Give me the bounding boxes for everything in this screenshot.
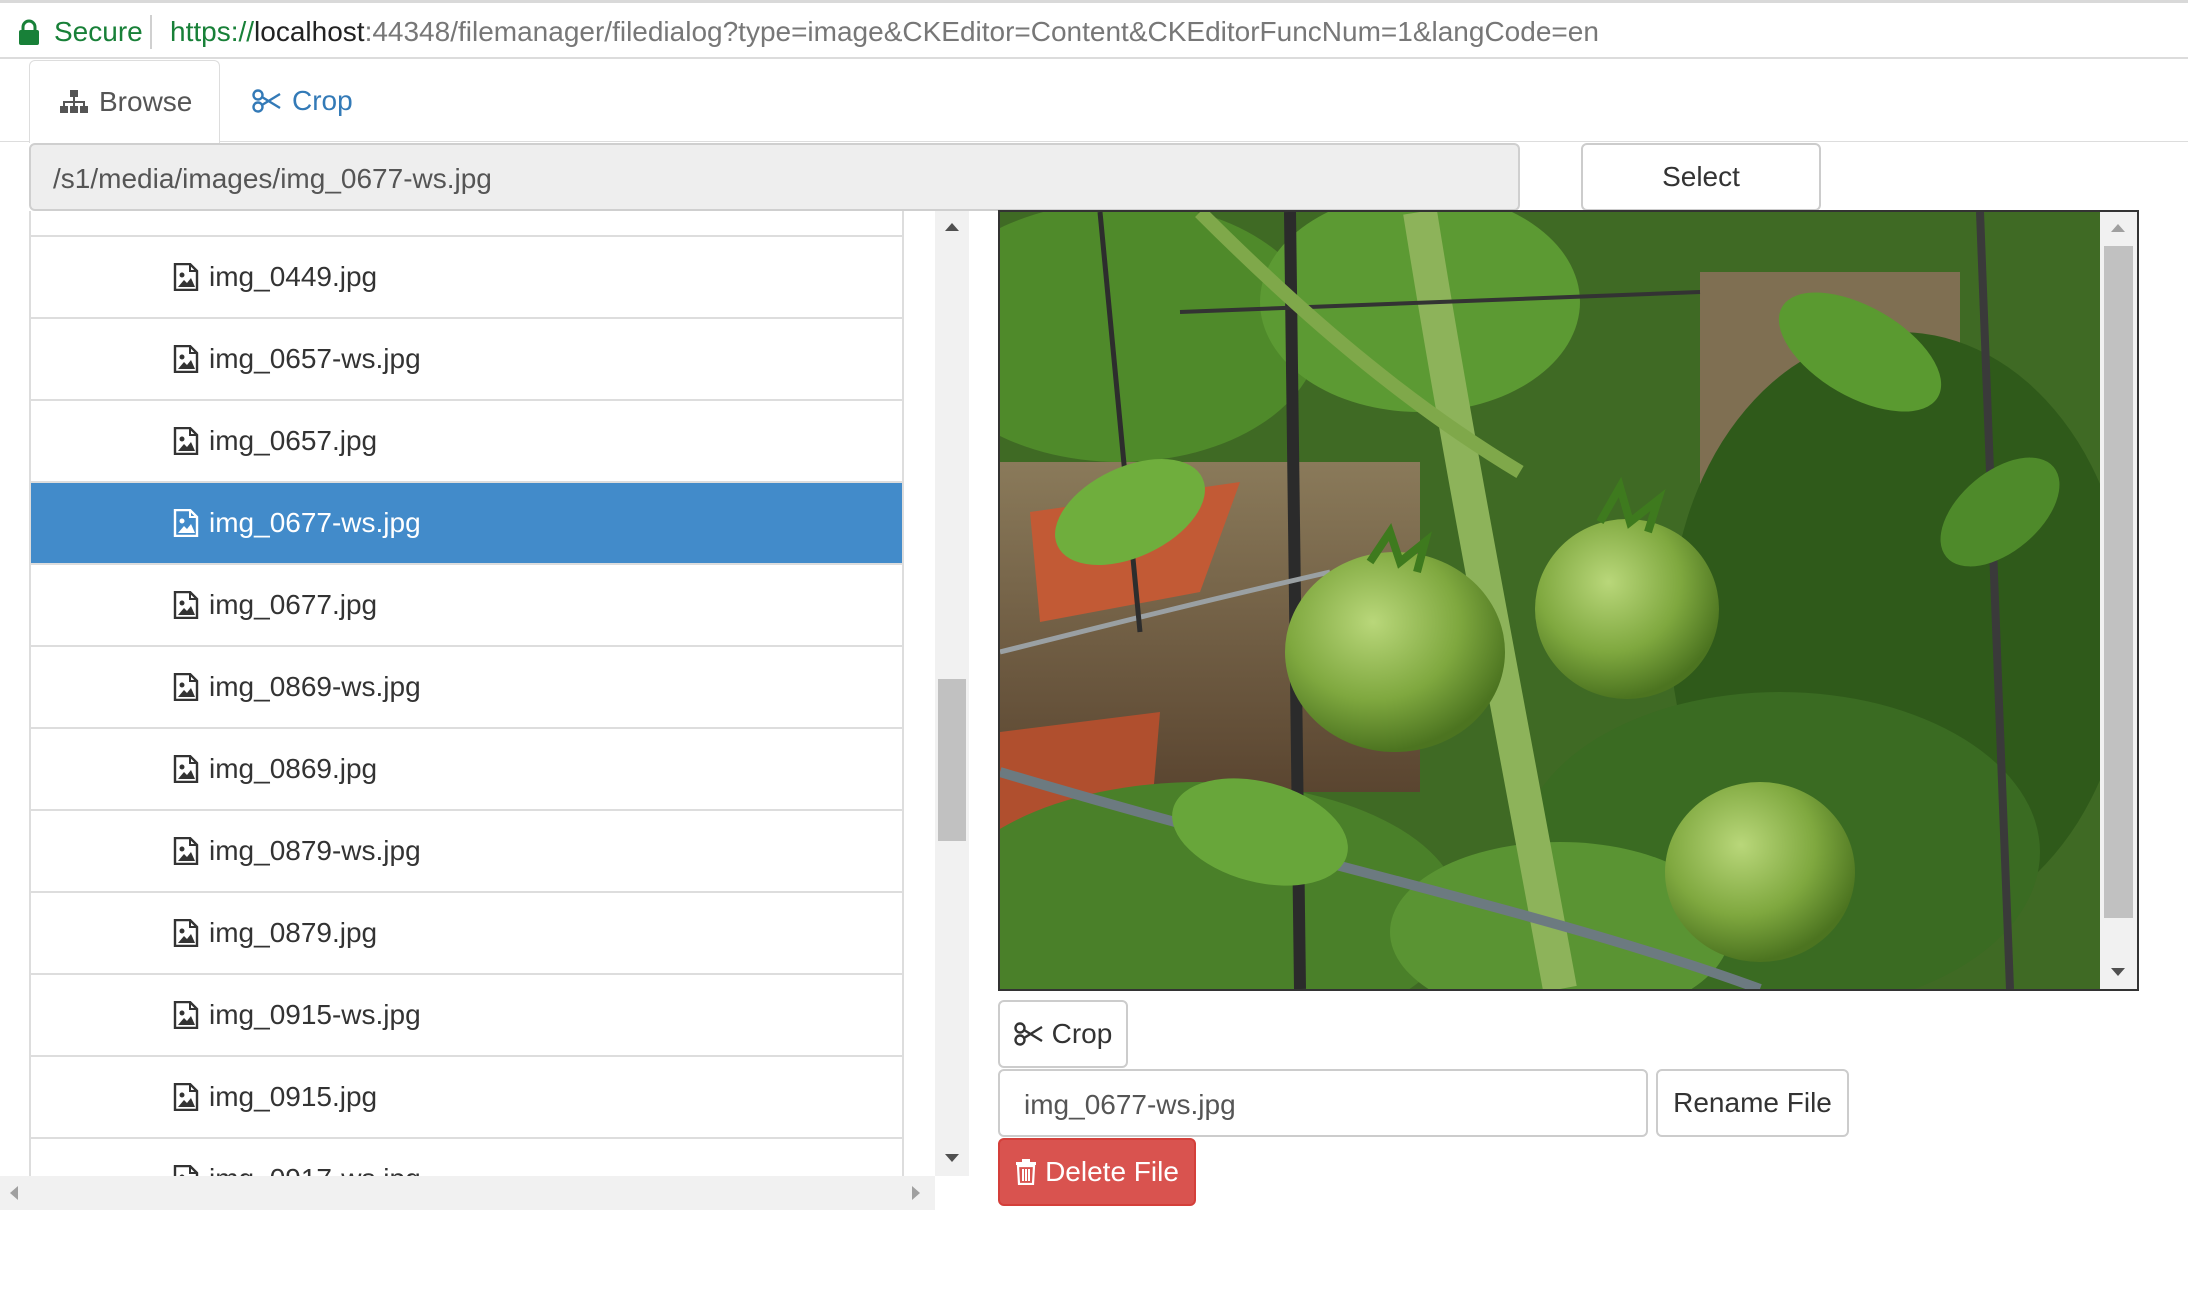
file-row[interactable]: img_0869.jpg (31, 727, 902, 809)
file-row[interactable]: img_0449.jpg (31, 235, 902, 317)
file-name: img_0657.jpg (209, 425, 378, 456)
scroll-down-arrow[interactable] (945, 1154, 959, 1162)
scissors-icon (1013, 1022, 1043, 1046)
image-file-icon (173, 509, 199, 537)
tab-crop-label: Crop (292, 85, 353, 116)
url-text[interactable]: https://localhost:44348/filemanager/file… (170, 16, 1599, 48)
address-bar[interactable]: Secure https://localhost:44348/filemanag… (0, 3, 2188, 59)
file-row[interactable]: img_0879.jpg (31, 891, 902, 973)
preview-scroll-up-arrow[interactable] (2111, 224, 2125, 232)
image-file-icon (173, 1083, 199, 1111)
image-file-icon (173, 427, 199, 455)
selected-path-field[interactable]: /s1/media/images/img_0677-ws.jpg (29, 143, 1520, 211)
scissors-icon (252, 89, 281, 113)
url-host: localhost (254, 16, 365, 47)
file-row[interactable]: img_0915-ws.jpg (31, 973, 902, 1055)
image-preview (998, 210, 2139, 991)
image-file-icon (173, 345, 199, 373)
file-list-horizontal-scrollbar[interactable] (0, 1176, 935, 1210)
delete-file-label: Delete File (1045, 1156, 1179, 1187)
secure-label: Secure (54, 16, 143, 47)
rename-input[interactable]: img_0677-ws.jpg (998, 1069, 1648, 1137)
tab-browse[interactable]: Browse (29, 60, 220, 143)
image-file-icon (173, 1001, 199, 1029)
crop-button[interactable]: Crop (998, 1000, 1128, 1068)
rename-file-button[interactable]: Rename File (1656, 1069, 1849, 1137)
address-separator (150, 15, 152, 49)
file-list[interactable]: img_0449.jpg img_0657-ws.jpg img_0657.jpgi… (29, 211, 904, 1176)
file-name: img_0915.jpg (209, 1081, 378, 1112)
sitemap-icon (60, 90, 88, 113)
file-row[interactable]: img_0879-ws.jpg (31, 809, 902, 891)
file-name: img_0915-ws.jpg (209, 999, 421, 1030)
image-file-icon (173, 263, 199, 291)
file-row[interactable]: img_0677.jpg (31, 563, 902, 645)
file-row[interactable]: img_0657-ws.jpg (31, 317, 902, 399)
file-name: img_0677.jpg (209, 589, 378, 620)
url-path: :44348/filemanager/filedialog?type=image… (364, 16, 1599, 47)
file-name: img_0869-ws.jpg (209, 671, 421, 702)
file-row[interactable]: img_0917-ws.jpg (31, 1137, 902, 1176)
trash-icon (1016, 1159, 1037, 1185)
file-name: img_0879.jpg (209, 917, 378, 948)
preview-scrollbar[interactable] (2100, 212, 2137, 989)
crop-button-label: Crop (1051, 1018, 1113, 1049)
file-name: img_0917-ws.jpg (209, 1163, 421, 1176)
file-row[interactable]: img_0869-ws.jpg (31, 645, 902, 727)
file-name: img_0677-ws.jpg (209, 507, 421, 538)
tab-browse-label: Browse (99, 86, 193, 117)
file-row-selected[interactable]: img_0677-ws.jpg (31, 481, 902, 563)
file-row[interactable]: img_0915.jpg (31, 1055, 902, 1137)
delete-file-button[interactable]: Delete File (998, 1138, 1196, 1206)
url-scheme: https:// (170, 16, 255, 47)
image-file-icon (173, 755, 199, 783)
preview-scroll-down-arrow[interactable] (2111, 968, 2125, 976)
tomato-plant-photo (1000, 212, 2130, 989)
lock-icon (19, 19, 39, 45)
image-file-icon (173, 673, 199, 701)
file-name: img_0657-ws.jpg (209, 343, 421, 374)
image-file-icon (173, 591, 199, 619)
file-name: img_0869.jpg (209, 753, 378, 784)
file-name: img_0879-ws.jpg (209, 835, 421, 866)
select-button[interactable]: Select (1581, 143, 1821, 211)
image-file-icon (173, 837, 199, 865)
file-row[interactable]: img_0657.jpg (31, 399, 902, 481)
tab-crop[interactable]: Crop (252, 60, 353, 142)
scroll-left-arrow[interactable] (10, 1186, 18, 1200)
preview-scroll-thumb[interactable] (2104, 246, 2133, 918)
scroll-right-arrow[interactable] (912, 1186, 920, 1200)
scroll-thumb[interactable] (938, 679, 966, 841)
file-list-vertical-scrollbar[interactable] (935, 211, 969, 1176)
image-file-icon (173, 1165, 199, 1176)
scroll-up-arrow[interactable] (945, 223, 959, 231)
image-file-icon (173, 919, 199, 947)
file-name: img_0449.jpg (209, 261, 378, 292)
